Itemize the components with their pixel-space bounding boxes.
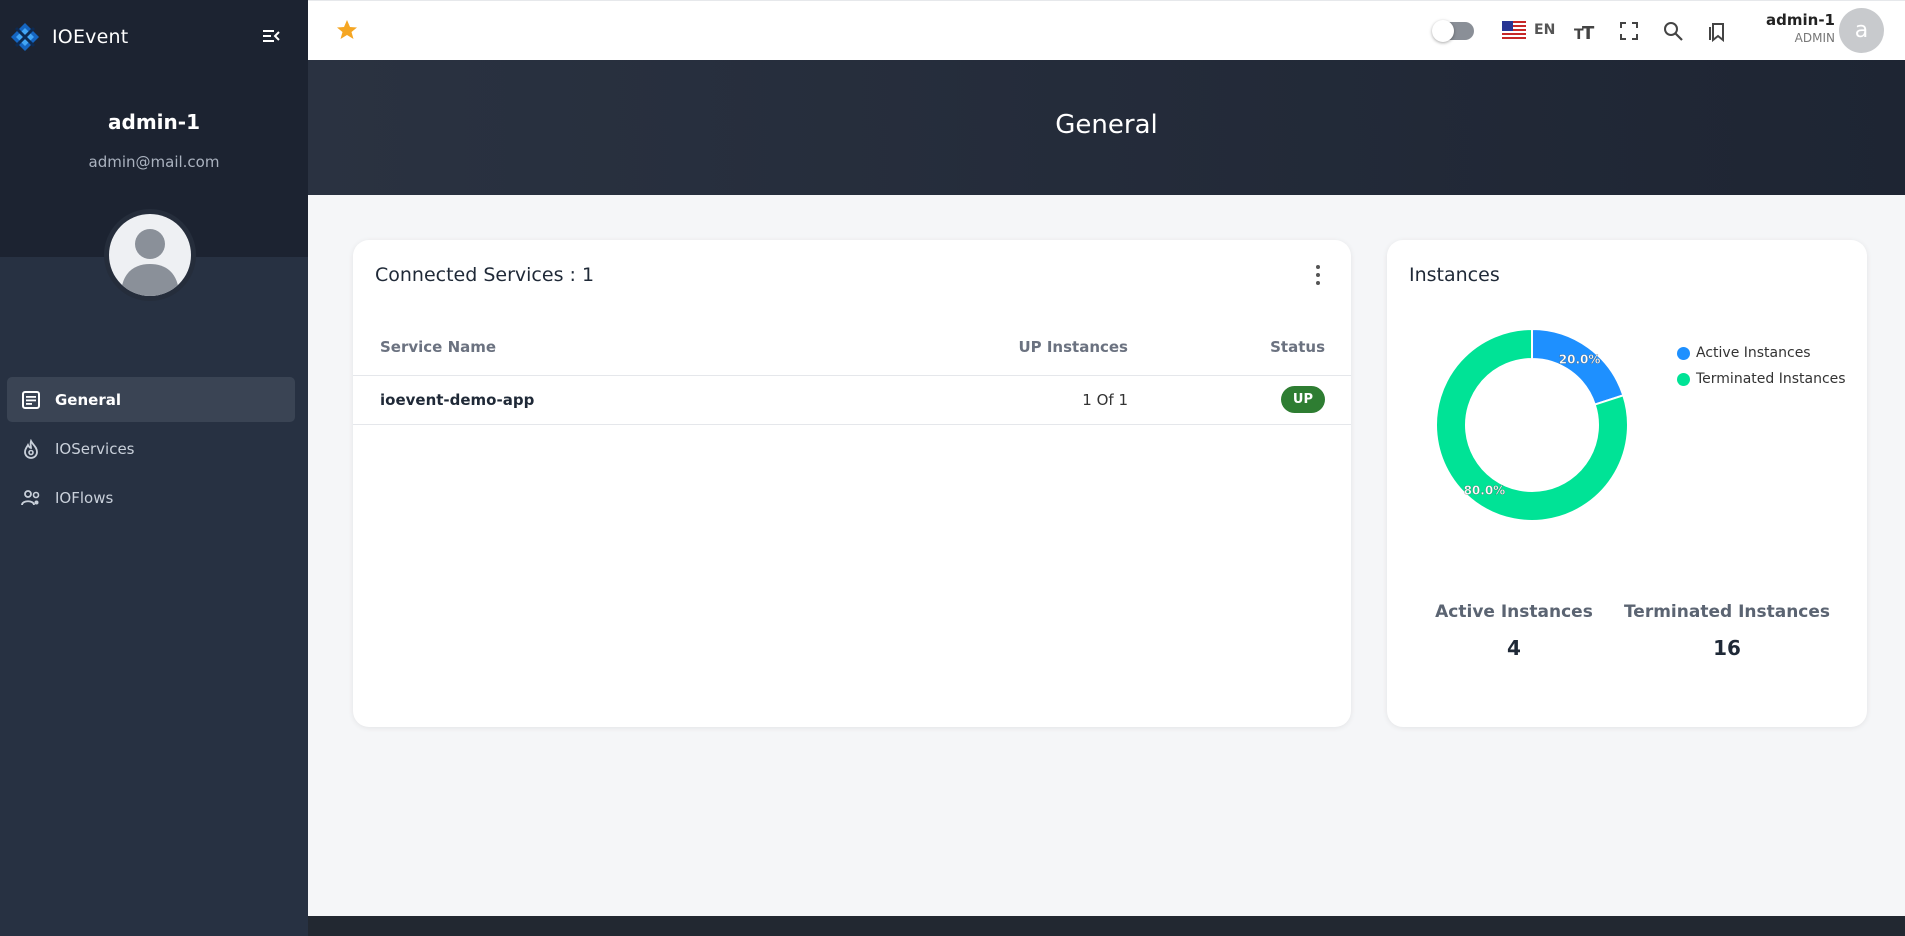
stat-value: 16 [1713,636,1741,660]
status-cell: UP [1128,375,1351,425]
font-size-icon[interactable]: T T [1573,20,1595,42]
status-badge: UP [1280,386,1325,413]
profile-email: admin@mail.com [88,153,220,171]
fire-icon [24,438,38,459]
more-options-icon[interactable] [1315,265,1321,285]
user-info[interactable]: admin-1 ADMIN [1733,11,1835,45]
star-icon[interactable] [335,18,359,42]
sidebar: IOEvent admin-1 admin@mail.com General I… [0,0,308,936]
legend-dot-terminated [1677,372,1690,386]
profile-avatar [104,209,196,301]
bookmarks-icon[interactable] [1706,20,1728,42]
column-header-up-instances[interactable]: UP Instances [913,320,1128,376]
toggle-knob [1432,20,1454,42]
services-table: Service Name UP Instances Status ioevent… [353,320,1351,425]
brand-name: IOEvent [52,26,129,48]
instances-donut-chart: 20.0% 80.0% [1435,327,1629,522]
legend-item-terminated[interactable]: Terminated Instances [1677,371,1846,387]
card-title: Instances [1409,264,1500,286]
language-selector[interactable]: EN [1502,21,1555,39]
top-header: EN T T admin-1 ADMIN a [308,0,1905,60]
user-silhouette-icon [121,229,179,296]
sidebar-item-general[interactable]: General [7,377,295,422]
user-avatar[interactable]: a [1839,8,1884,53]
terminated-instances-stat: Terminated Instances 16 [1612,602,1842,660]
page-title: General [1055,110,1158,140]
footer-bar [308,916,1905,936]
sidebar-item-label: General [55,390,121,409]
connected-services-card: Connected Services : 1 Service Name UP I… [353,240,1351,727]
sidebar-item-label: IOFlows [55,488,114,507]
column-header-status[interactable]: Status [1128,320,1351,376]
fullscreen-icon[interactable] [1618,20,1640,42]
donut-slice-active[interactable] [1531,327,1625,406]
stat-label: Active Instances [1435,602,1593,622]
card-title: Connected Services : 1 [375,264,595,286]
instances-card: Instances 20.0% 80.0% Active Instances Te… [1387,240,1867,727]
stat-label: Terminated Instances [1623,602,1831,622]
sidebar-nav: General IOServices IOFlows [7,377,295,524]
sidebar-item-label: IOServices [55,439,135,458]
menu-collapse-icon[interactable] [262,26,282,46]
sidebar-item-ioservices[interactable]: IOServices [7,426,295,471]
svg-text:T: T [1582,23,1595,42]
users-gear-icon [21,489,40,505]
brand[interactable]: IOEvent [10,22,128,52]
legend-label: Terminated Instances [1696,371,1846,387]
user-role: ADMIN [1794,31,1835,45]
legend-label: Active Instances [1696,345,1811,361]
table-header-row: Service Name UP Instances Status [353,320,1351,376]
active-instances-stat: Active Instances 4 [1424,602,1604,660]
page-banner: General [308,60,1905,195]
profile-name: admin-1 [108,110,200,134]
legend-dot-active [1677,346,1690,360]
up-instances-cell: 1 Of 1 [913,375,1128,425]
donut-label-terminated: 80.0% [1464,484,1506,498]
service-name-cell[interactable]: ioevent-demo-app [353,375,913,425]
donut-label-active: 20.0% [1559,352,1601,366]
search-icon[interactable] [1662,20,1684,42]
chart-legend: Active Instances Terminated Instances [1677,345,1846,397]
user-name: admin-1 [1766,11,1835,29]
table-row[interactable]: ioevent-demo-app 1 Of 1 UP [353,375,1351,425]
legend-item-active[interactable]: Active Instances [1677,345,1846,361]
us-flag-icon [1502,21,1526,39]
language-code: EN [1534,22,1556,38]
ioevent-logo-icon [11,23,39,51]
theme-toggle[interactable] [1432,20,1474,42]
document-icon [22,390,40,409]
stat-value: 4 [1507,636,1521,660]
sidebar-item-ioflows[interactable]: IOFlows [7,475,295,520]
column-header-service-name[interactable]: Service Name [353,320,913,376]
